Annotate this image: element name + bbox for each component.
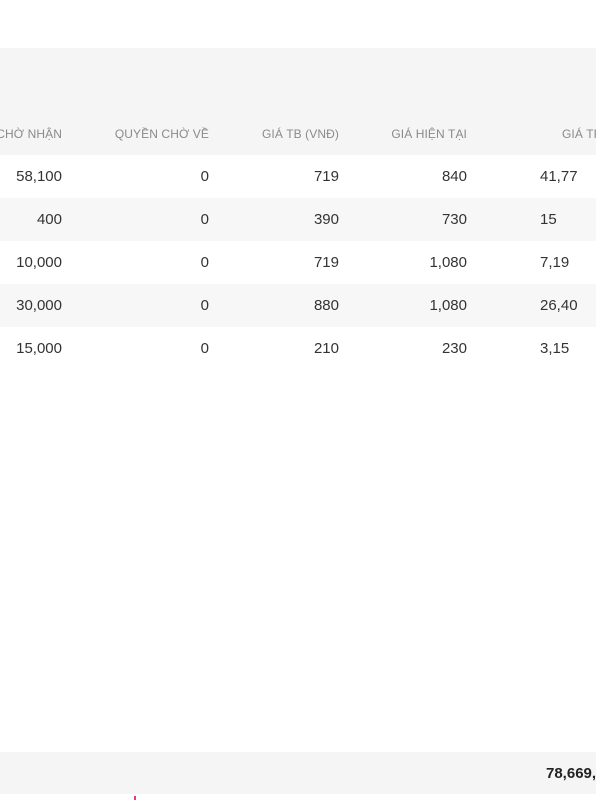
cell-pending-receive: 58,100 — [16, 168, 62, 185]
cell-value: 3,15 — [540, 340, 570, 357]
table-header: CHỜ NHẬN QUYỀN CHỜ VỀ GIÁ TB (VNĐ) GIÁ H… — [0, 112, 600, 155]
cell-pending-rights: 0 — [200, 168, 209, 185]
cell-current-price: 230 — [441, 340, 467, 357]
cell-avg-price: 719 — [313, 168, 339, 185]
cell-current-price: 1,080 — [429, 297, 467, 314]
cell-value: 41,77 — [540, 168, 578, 185]
toolbar-band — [0, 48, 600, 112]
cell-avg-price: 719 — [313, 254, 339, 271]
table-row[interactable]: 400 0 390 730 15 — [0, 198, 600, 241]
cell-value: 15 — [540, 211, 557, 228]
cell-value: 7,19 — [540, 254, 570, 271]
col-header-pending-rights[interactable]: QUYỀN CHỜ VỀ — [115, 112, 209, 155]
cell-avg-price: 880 — [313, 297, 339, 314]
table-row[interactable]: 15,000 0 210 230 3,15 — [0, 327, 600, 370]
cell-pending-rights: 0 — [200, 254, 209, 271]
cell-pending-receive: 30,000 — [16, 297, 62, 314]
cell-pending-rights: 0 — [200, 211, 209, 228]
table-row[interactable]: 58,100 0 719 840 41,77 — [0, 155, 600, 198]
col-header-pending-receive[interactable]: CHỜ NHẬN — [0, 112, 62, 155]
cell-pending-receive: 400 — [36, 211, 62, 228]
table-row[interactable]: 10,000 0 719 1,080 7,19 — [0, 241, 600, 284]
cell-current-price: 1,080 — [429, 254, 467, 271]
accent-mark — [134, 796, 136, 800]
cell-pending-receive: 10,000 — [16, 254, 62, 271]
cell-avg-price: 210 — [313, 340, 339, 357]
cell-pending-receive: 15,000 — [16, 340, 62, 357]
col-header-current-price[interactable]: GIÁ HIỆN TẠI — [391, 112, 467, 155]
table-footer: 78,669, — [0, 752, 600, 794]
cell-value: 26,40 — [540, 297, 578, 314]
col-header-avg-price[interactable]: GIÁ TB (VNĐ) — [262, 112, 339, 155]
cell-avg-price: 390 — [313, 211, 339, 228]
scroll-edge — [596, 48, 600, 794]
cell-current-price: 840 — [441, 168, 467, 185]
footer-total-value: 78,669, — [546, 764, 597, 782]
cell-pending-rights: 0 — [200, 297, 209, 314]
cell-pending-rights: 0 — [200, 340, 209, 357]
col-header-value[interactable]: GIÁ TR — [562, 112, 600, 155]
table-row[interactable]: 30,000 0 880 1,080 26,40 — [0, 284, 600, 327]
cell-current-price: 730 — [441, 211, 467, 228]
